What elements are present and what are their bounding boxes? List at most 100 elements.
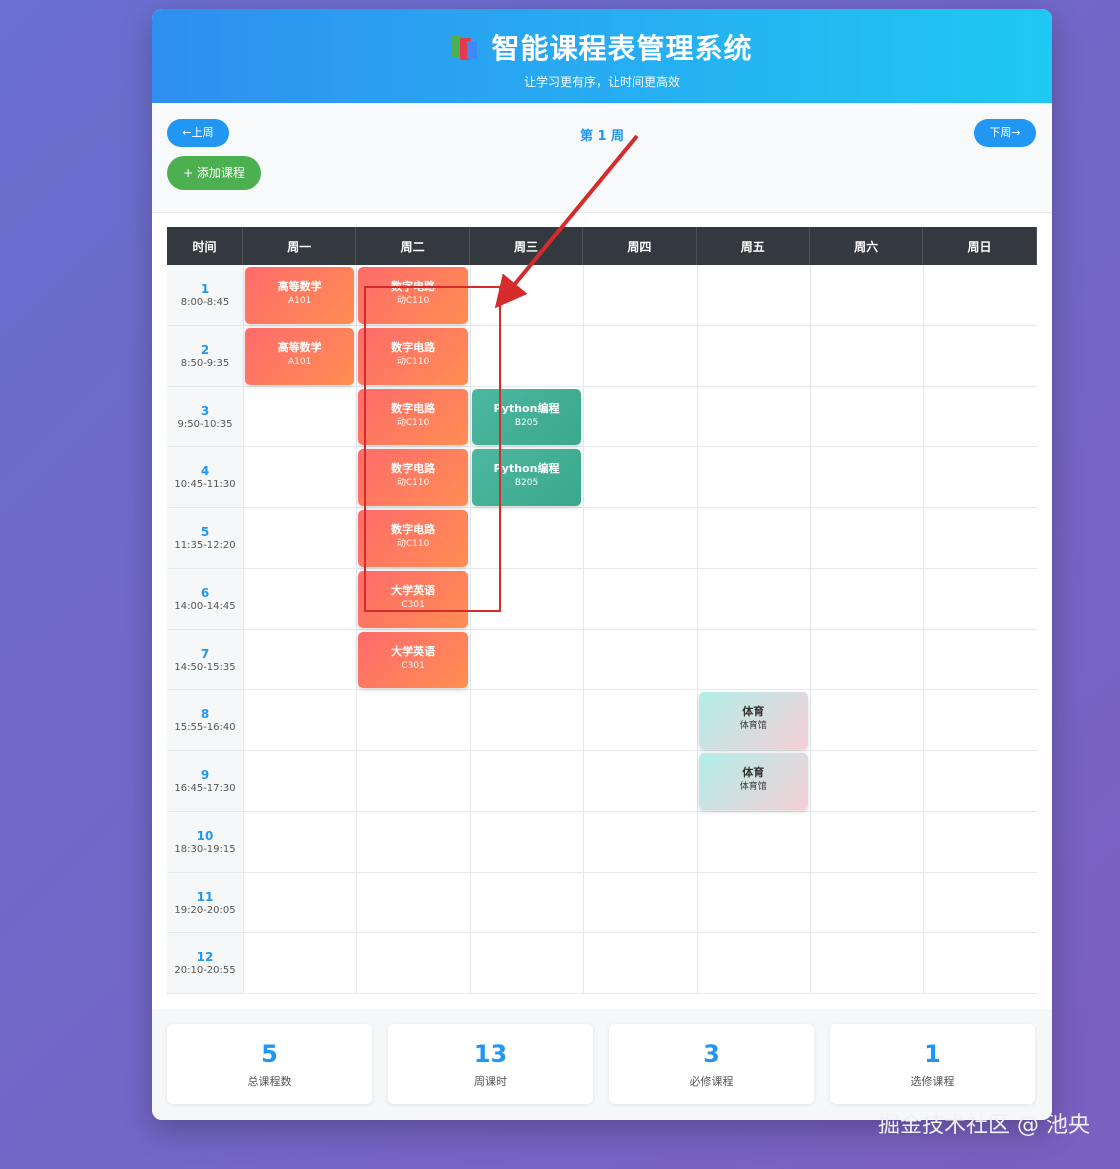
- column-divider: [356, 265, 358, 994]
- course-card[interactable]: 体育 体育馆: [698, 692, 808, 749]
- period-cell: 1 8:00-8:45: [167, 265, 243, 325]
- day-header-sat: 周六: [810, 227, 924, 265]
- course-card[interactable]: 大学英语 C301: [358, 631, 468, 689]
- course-room: 体育馆: [739, 721, 767, 732]
- column-divider: [243, 265, 244, 994]
- period-number: 9: [200, 768, 210, 782]
- column-divider: [583, 265, 585, 994]
- table-row: 8 15:55-16:40: [167, 690, 1037, 751]
- period-cell: 6 14:00-14:45: [167, 568, 243, 629]
- stat-card-required-courses: 3 必修课程: [609, 1024, 814, 1104]
- stat-value: 5: [261, 1040, 278, 1068]
- column-divider: [810, 265, 811, 994]
- period-time: 15:55-16:40: [174, 722, 236, 734]
- watermark: 掘金技术社区 @ 池央: [878, 1113, 1090, 1138]
- period-number: 5: [200, 525, 210, 539]
- stat-label: 总课程数: [247, 1075, 292, 1088]
- stat-value: 1: [924, 1040, 941, 1068]
- books-icon: [451, 33, 481, 61]
- day-header-mon: 周一: [243, 227, 357, 265]
- course-card[interactable]: 高等数学 A101: [245, 327, 355, 385]
- day-header-thu: 周四: [583, 227, 697, 265]
- day-header-wed: 周三: [470, 227, 584, 265]
- stat-card-weekly-hours: 13 周课时: [388, 1024, 593, 1104]
- column-divider: [696, 265, 698, 994]
- app-window: 智能课程表管理系统 让学习更有序，让时间更高效 ←上周 第 1 周 下周→ + …: [152, 9, 1052, 1120]
- table-row: 4 10:45-11:30: [167, 447, 1037, 508]
- add-course-button[interactable]: + 添加课程: [167, 156, 261, 190]
- period-time: 8:50-9:35: [180, 357, 230, 369]
- period-cell: 8 15:55-16:40: [167, 690, 243, 750]
- course-name: 大学英语: [391, 644, 436, 658]
- period-time: 14:50-15:35: [174, 661, 236, 673]
- course-room: A101: [288, 356, 312, 367]
- stat-card-total-courses: 5 总课程数: [167, 1024, 372, 1104]
- time-column-header: 时间: [167, 227, 243, 265]
- period-cell: 7 14:50-15:35: [167, 629, 243, 690]
- app-header: 智能课程表管理系统 让学习更有序，让时间更高效: [152, 9, 1052, 103]
- stat-label: 必修课程: [689, 1075, 734, 1088]
- day-header-fri: 周五: [697, 227, 810, 265]
- table-row: 6 14:00-14:45: [167, 568, 1037, 630]
- period-cell: 11 19:20-20:05: [167, 872, 243, 933]
- course-room: C301: [401, 660, 425, 671]
- timetable-header: 时间 周一 周二 周三 周四 周五 周六 周日: [167, 227, 1037, 265]
- timetable: 时间 周一 周二 周三 周四 周五 周六 周日 12 20:10-20:55 11 1…: [167, 227, 1037, 994]
- week-indicator: 第 1 周: [579, 129, 625, 144]
- course-card[interactable]: 高等数学 A101: [245, 267, 355, 324]
- course-name: 体育: [742, 705, 765, 719]
- period-time: 19:20-20:05: [174, 904, 236, 916]
- table-row: 11 19:20-20:05: [167, 872, 1037, 934]
- period-number: 10: [196, 828, 214, 843]
- stat-card-elective-courses: 1 选修课程: [830, 1024, 1035, 1104]
- course-name: 高等数学: [277, 280, 322, 293]
- stat-label: 周课时: [474, 1075, 507, 1088]
- period-number: 8: [200, 707, 210, 722]
- table-row: 5 11:35-12:20: [167, 508, 1037, 569]
- course-name: 高等数学: [277, 340, 322, 354]
- course-room: 体育馆: [739, 782, 767, 792]
- annotation-highlight-box: [364, 286, 501, 612]
- period-time: 9:50-10:35: [177, 418, 233, 430]
- period-cell: 2 8:50-9:35: [167, 325, 243, 386]
- stats-panel: 5 总课程数 13 周课时 3 必修课程 1 选修课程: [152, 1009, 1052, 1120]
- table-row: 7 14:50-15:35: [167, 629, 1037, 691]
- period-number: 3: [200, 403, 210, 418]
- course-room: A101: [288, 296, 312, 306]
- period-time: 10:45-11:30: [174, 479, 236, 491]
- period-cell: 12 20:10-20:55: [167, 933, 243, 993]
- period-time: 16:45-17:30: [174, 783, 236, 794]
- timetable-body: 12 20:10-20:55 11 19:20-20:05 10 18:30-19:15 9…: [167, 265, 1037, 994]
- day-header-tue: 周二: [356, 227, 470, 265]
- course-card[interactable]: 体育 体育馆: [698, 753, 808, 810]
- period-cell: 5 11:35-12:20: [167, 508, 243, 568]
- table-row: 12 20:10-20:55: [167, 933, 1037, 994]
- table-row: 9 16:45-17:30: [167, 751, 1037, 812]
- column-divider: [923, 265, 925, 994]
- period-cell: 3 9:50-10:35: [167, 386, 243, 447]
- page-subtitle: 让学习更有序，让时间更高效: [523, 75, 680, 89]
- period-number: 2: [200, 342, 210, 357]
- period-time: 11:35-12:20: [174, 540, 236, 551]
- stat-label: 选修课程: [910, 1075, 955, 1088]
- period-time: 8:00-8:45: [180, 297, 230, 308]
- period-time: 18:30-19:15: [174, 843, 236, 855]
- period-number: 11: [196, 889, 214, 904]
- stat-value: 3: [703, 1040, 720, 1068]
- period-time: 14:00-14:45: [174, 600, 236, 612]
- period-number: 1: [200, 282, 210, 296]
- period-cell: 10 18:30-19:15: [167, 811, 243, 872]
- period-number: 7: [200, 646, 210, 661]
- next-week-button[interactable]: 下周→: [974, 119, 1036, 147]
- period-cell: 4 10:45-11:30: [167, 447, 243, 507]
- period-cell: 9 16:45-17:30: [167, 751, 243, 811]
- table-row: 10 18:30-19:15: [167, 811, 1037, 873]
- period-number: 4: [200, 464, 210, 479]
- toolbar: ←上周 第 1 周 下周→ + 添加课程: [152, 103, 1052, 213]
- period-time: 20:10-20:55: [174, 965, 236, 977]
- period-number: 12: [196, 950, 214, 965]
- period-number: 6: [200, 585, 210, 600]
- page-title: 智能课程表管理系统: [491, 32, 753, 65]
- table-row: 3 9:50-10:35: [167, 386, 1037, 448]
- course-name: 体育: [742, 766, 765, 779]
